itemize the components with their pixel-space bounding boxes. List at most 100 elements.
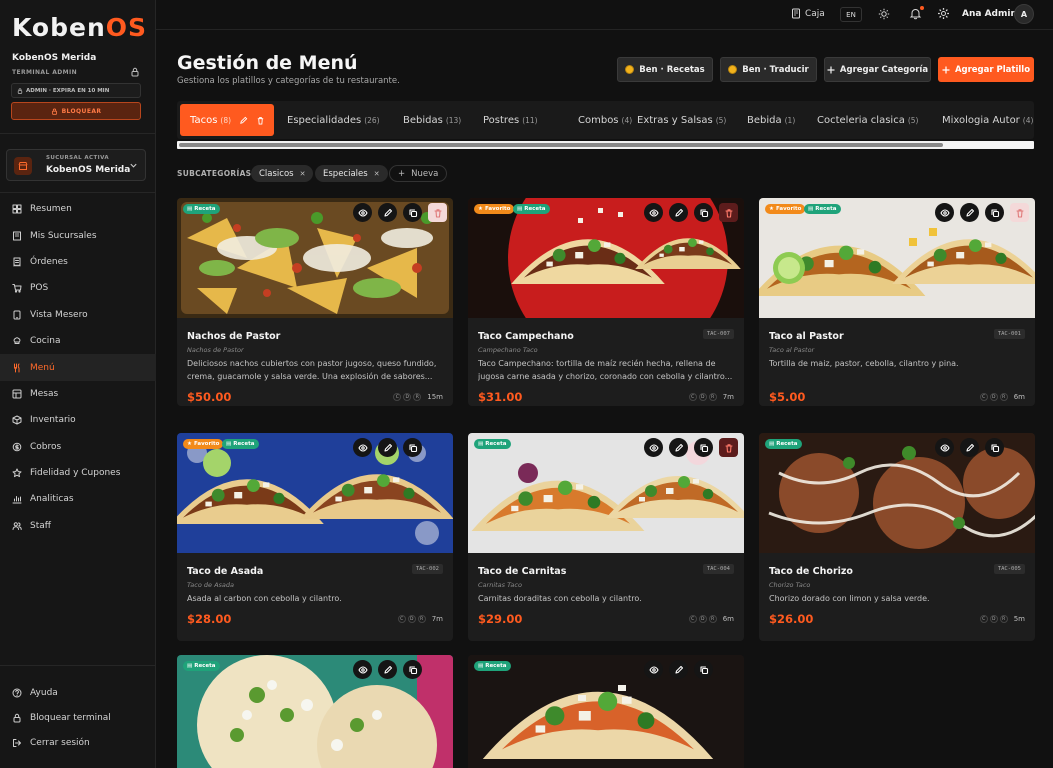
book-icon: ▤ bbox=[478, 663, 484, 669]
view-button[interactable] bbox=[353, 660, 372, 679]
duplicate-button[interactable] bbox=[403, 203, 422, 222]
receipt-icon bbox=[13, 257, 21, 267]
dish-card[interactable]: ▤ Receta Taco de Chorizo TAC-005 Chorizo Tac… bbox=[759, 433, 1035, 641]
sun-icon[interactable] bbox=[878, 8, 890, 20]
station-badge: D bbox=[698, 615, 707, 623]
dish-card[interactable]: ▤ Receta bbox=[177, 655, 453, 768]
ben-recetas-button[interactable]: Ben · Recetas bbox=[617, 57, 713, 82]
tab-postres[interactable]: Postres (11) bbox=[483, 104, 538, 136]
edit-button[interactable] bbox=[378, 438, 397, 457]
book-icon: ▤ bbox=[187, 206, 193, 212]
delete-button[interactable] bbox=[428, 203, 447, 222]
view-button[interactable] bbox=[644, 203, 663, 222]
dish-meta: C D R 6m bbox=[688, 615, 734, 623]
logout-icon bbox=[13, 738, 21, 747]
subcategory-chip[interactable]: Especiales ✕ bbox=[315, 165, 388, 182]
ben-traducir-button[interactable]: Ben · Traducir bbox=[720, 57, 817, 82]
dish-card[interactable]: ▤ Receta bbox=[468, 655, 744, 768]
favorite-label: Favorito bbox=[775, 206, 802, 212]
scrollbar-thumb[interactable] bbox=[179, 143, 943, 147]
tab-tacos[interactable]: Tacos (8) bbox=[180, 104, 275, 136]
lock-icon[interactable] bbox=[130, 67, 140, 77]
user-name[interactable]: Ana Admin bbox=[962, 9, 1017, 19]
footer-item-cerrar-sesion[interactable]: Cerrar sesión bbox=[0, 730, 156, 755]
add-category-button[interactable]: Agregar Categoría bbox=[824, 57, 931, 82]
recipe-label: Receta bbox=[194, 663, 216, 669]
dish-card[interactable]: ★ Favorito ▤ Receta Taco al Pastor TAC-001 Tac… bbox=[759, 198, 1035, 406]
sidebar-item-staff[interactable]: Staff bbox=[0, 513, 156, 539]
tab-combos[interactable]: Combos (4) bbox=[578, 104, 632, 136]
duplicate-button[interactable] bbox=[694, 203, 713, 222]
language-toggle[interactable]: EN bbox=[840, 7, 862, 22]
branch-selector[interactable]: SUCURSAL ACTIVA KobenOS Merida bbox=[6, 149, 146, 181]
plus-icon bbox=[942, 66, 950, 73]
sidebar-item-cobros[interactable]: Cobros bbox=[0, 434, 156, 460]
footer-item-ayuda[interactable]: Ayuda bbox=[0, 680, 156, 705]
dish-card[interactable]: ▤ Receta Taco de Carnitas TAC-004 Carnitas T… bbox=[468, 433, 744, 641]
subcategory-chip[interactable]: Clasicos ✕ bbox=[251, 165, 314, 182]
dish-card[interactable]: ★ Favorito ▤ Receta Taco de Asada TAC-002 Taco… bbox=[177, 433, 453, 641]
chip-label: Especiales bbox=[323, 168, 368, 179]
close-icon[interactable]: ✕ bbox=[374, 170, 380, 178]
tab-cocteleria-clasica[interactable]: Cocteleria clasica (5) bbox=[817, 104, 918, 136]
sidebar-item-mis-sucursales[interactable]: Mis Sucursales bbox=[0, 222, 156, 248]
view-button[interactable] bbox=[644, 660, 663, 679]
footer-item-label: Ayuda bbox=[30, 687, 58, 698]
edit-icon bbox=[674, 443, 683, 452]
dish-card[interactable]: ▤ Receta Nachos de Pastor Nachos de Pastor D… bbox=[177, 198, 453, 406]
block-button[interactable]: BLOQUEAR bbox=[11, 102, 141, 120]
tab-bebidas[interactable]: Bebidas (13) bbox=[403, 104, 461, 136]
pencil-icon[interactable] bbox=[239, 116, 248, 125]
tabs-scrollbar[interactable] bbox=[177, 141, 1034, 149]
branch-caption: SUCURSAL ACTIVA bbox=[46, 155, 110, 161]
add-dish-button[interactable]: Agregar Platillo bbox=[938, 57, 1034, 82]
edit-button[interactable] bbox=[378, 203, 397, 222]
delete-button[interactable] bbox=[1010, 203, 1029, 222]
edit-button[interactable] bbox=[960, 438, 979, 457]
tab-extras-y-salsas[interactable]: Extras y Salsas (5) bbox=[637, 104, 726, 136]
view-button[interactable] bbox=[644, 438, 663, 457]
sidebar-item-pos[interactable]: POS bbox=[0, 275, 156, 301]
tab-especialidades[interactable]: Especialidades (26) bbox=[287, 104, 380, 136]
book-icon: ▤ bbox=[769, 441, 775, 447]
sidebar-item-vista-mesero[interactable]: Vista Mesero bbox=[0, 302, 156, 328]
caja-button[interactable]: Caja bbox=[791, 8, 825, 19]
edit-button[interactable] bbox=[669, 438, 688, 457]
trash-icon[interactable] bbox=[256, 116, 265, 125]
view-button[interactable] bbox=[353, 203, 372, 222]
edit-button[interactable] bbox=[960, 203, 979, 222]
duplicate-button[interactable] bbox=[403, 438, 422, 457]
duplicate-button[interactable] bbox=[694, 438, 713, 457]
avatar[interactable]: A bbox=[1014, 4, 1034, 24]
duplicate-button[interactable] bbox=[694, 660, 713, 679]
sidebar-item-mesas[interactable]: Mesas bbox=[0, 381, 156, 407]
delete-button[interactable] bbox=[719, 438, 738, 457]
duplicate-button[interactable] bbox=[985, 203, 1004, 222]
edit-button[interactable] bbox=[378, 660, 397, 679]
dish-card[interactable]: ★ Favorito ▤ Receta Taco Campechano TAC-007 Ca… bbox=[468, 198, 744, 406]
gear-icon[interactable] bbox=[937, 7, 950, 20]
sidebar-item-inventario[interactable]: Inventario bbox=[0, 407, 156, 433]
delete-button[interactable] bbox=[719, 203, 738, 222]
footer-item-bloquear-terminal[interactable]: Bloquear terminal bbox=[0, 705, 156, 730]
tab-label: Especialidades bbox=[287, 114, 362, 126]
sidebar-item-menu[interactable]: Menú bbox=[0, 354, 156, 381]
sidebar-item-resumen[interactable]: Resumen bbox=[0, 196, 156, 222]
users-icon bbox=[12, 522, 22, 530]
edit-button[interactable] bbox=[669, 203, 688, 222]
sidebar-item-ordenes[interactable]: Órdenes bbox=[0, 249, 156, 275]
sidebar-item-analiticas[interactable]: Analiticas bbox=[0, 486, 156, 512]
close-icon[interactable]: ✕ bbox=[300, 170, 306, 178]
view-button[interactable] bbox=[935, 438, 954, 457]
view-button[interactable] bbox=[353, 438, 372, 457]
duplicate-button[interactable] bbox=[403, 660, 422, 679]
new-subcategory-button[interactable]: + Nueva bbox=[389, 165, 448, 182]
sidebar-item-cocina[interactable]: Cocina bbox=[0, 328, 156, 354]
tab-mixologia-autor[interactable]: Mixologia Autor (4) bbox=[942, 104, 1033, 136]
sidebar-item-fidelidad-y-cupones[interactable]: Fidelidad y Cupones bbox=[0, 460, 156, 486]
add-category-label: Agregar Categoría bbox=[839, 64, 929, 75]
view-button[interactable] bbox=[935, 203, 954, 222]
tab-bebida[interactable]: Bebida (1) bbox=[747, 104, 795, 136]
edit-button[interactable] bbox=[669, 660, 688, 679]
duplicate-button[interactable] bbox=[985, 438, 1004, 457]
